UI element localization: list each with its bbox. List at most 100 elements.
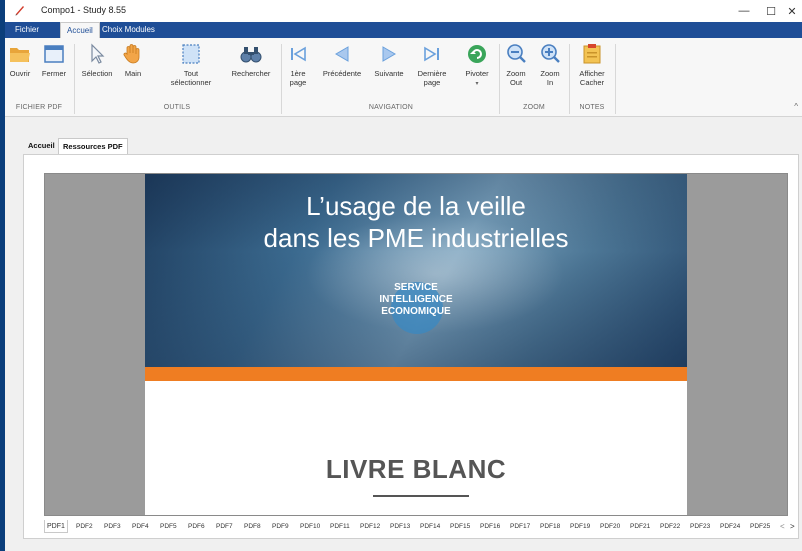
selection-button[interactable]: Sélection <box>77 42 117 78</box>
next-page-label: Suivante <box>374 69 404 78</box>
zoom-out-label-2: Out <box>509 78 523 87</box>
rotate-button[interactable]: Pivoter ▾ <box>460 42 494 89</box>
pdf-tab[interactable]: PDF12 <box>358 520 382 533</box>
rotate-icon <box>468 45 486 63</box>
group-label-fichier: FICHIER PDF <box>15 104 63 111</box>
pdf-tab[interactable]: PDF25 <box>748 520 772 533</box>
rotate-label: Pivoter <box>465 69 489 78</box>
group-divider <box>499 44 500 114</box>
previous-arrow-icon <box>335 46 349 62</box>
tab-fichier[interactable]: Fichier <box>9 22 45 38</box>
pdf-viewer[interactable]: L’usage de la veille dans les PME indust… <box>44 173 788 516</box>
notes-icon <box>583 44 601 64</box>
service-line-2: INTELLIGENCE <box>379 294 453 305</box>
first-page-button[interactable]: 1ère page <box>285 42 311 87</box>
minimize-button[interactable]: — <box>729 0 759 22</box>
pdf-tab[interactable]: PDF18 <box>538 520 562 533</box>
hide-notes-label: Cacher <box>579 78 605 87</box>
select-all-button[interactable]: Tout sélectionner <box>165 42 217 87</box>
rotate-dropdown-arrow[interactable]: ▾ <box>475 81 478 87</box>
search-label: Rechercher <box>231 69 271 78</box>
heading-underline <box>373 495 469 497</box>
pdf-tab-strip: PDF1 PDF2 PDF3 PDF4 PDF5 PDF6 PDF7 PDF8 PDF9 PDF1… <box>44 520 795 534</box>
pdf-tab[interactable]: PDF15 <box>448 520 472 533</box>
pdf-tab[interactable]: PDF9 <box>270 520 291 533</box>
pdf-tab[interactable]: PDF2 <box>74 520 95 533</box>
doc-tab-accueil[interactable]: Accueil <box>24 138 59 154</box>
next-page-button[interactable]: Suivante <box>369 42 409 78</box>
ribbon: Ouvrir Fermer FICHIER PDF Sélection Main <box>5 38 802 117</box>
pdf-tab[interactable]: PDF6 <box>186 520 207 533</box>
pdf-tab[interactable]: PDF22 <box>658 520 682 533</box>
last-page-label-2: page <box>423 78 441 87</box>
pdf-tab[interactable]: PDF14 <box>418 520 442 533</box>
search-button[interactable]: Rechercher <box>225 42 277 78</box>
previous-page-button[interactable]: Précédente <box>320 42 364 78</box>
close-file-button[interactable]: Fermer <box>38 42 70 78</box>
select-all-icon <box>182 44 200 64</box>
zoom-out-button[interactable]: Zoom Out <box>503 42 529 87</box>
pdf-tab[interactable]: PDF21 <box>628 520 652 533</box>
last-page-icon <box>424 46 439 62</box>
cover-image: L’usage de la veille dans les PME indust… <box>145 174 687 367</box>
tab-accueil[interactable]: Accueil <box>60 22 100 38</box>
tab-choix-modules[interactable]: Choix Modules <box>96 22 161 38</box>
orange-band <box>145 367 687 381</box>
pdf-tab[interactable]: PDF7 <box>214 520 235 533</box>
first-page-icon <box>291 46 306 62</box>
group-label-outils: OUTILS <box>163 104 191 111</box>
service-line-3: ECONOMIQUE <box>381 306 451 317</box>
zoom-in-label-1: Zoom <box>540 69 560 78</box>
pdf-tab[interactable]: PDF8 <box>242 520 263 533</box>
pdf-tab[interactable]: PDF1 <box>44 520 68 533</box>
doc-tab-ressources-pdf[interactable]: Ressources PDF <box>58 138 128 154</box>
collapse-ribbon-button[interactable]: ^ <box>794 102 798 111</box>
pdf-tab[interactable]: PDF19 <box>568 520 592 533</box>
app-logo-icon <box>15 6 24 16</box>
group-divider <box>74 44 75 114</box>
first-page-label-2: page <box>289 78 307 87</box>
zoom-in-label-2: In <box>546 78 554 87</box>
livre-blanc-heading: LIVRE BLANC <box>325 454 507 484</box>
cover-title-line-1: L’usage de la veille <box>306 191 526 221</box>
pdf-tab[interactable]: PDF24 <box>718 520 742 533</box>
close-button[interactable]: ✕ <box>777 0 802 22</box>
pdf-tab[interactable]: PDF4 <box>130 520 151 533</box>
window-title: Compo1 - Study 8.55 <box>41 5 127 15</box>
pdf-tabs-prev-button[interactable]: < <box>780 520 785 533</box>
group-divider <box>615 44 616 114</box>
pdf-tab[interactable]: PDF23 <box>688 520 712 533</box>
pdf-tab[interactable]: PDF16 <box>478 520 502 533</box>
cover-title-line-2: dans les PME industrielles <box>263 223 569 253</box>
selection-label: Sélection <box>81 69 113 78</box>
pdf-tabs-next-button[interactable]: > <box>790 520 795 533</box>
service-line-1: SERVICE <box>394 282 438 293</box>
last-page-button[interactable]: Dernière page <box>414 42 450 87</box>
title-bar: Compo1 - Study 8.55 — ☐ ✕ <box>5 0 802 22</box>
open-button[interactable]: Ouvrir <box>7 42 33 78</box>
pdf-tab[interactable]: PDF3 <box>102 520 123 533</box>
show-hide-notes-button[interactable]: Afficher Cacher <box>573 42 611 87</box>
pdf-tab[interactable]: PDF20 <box>598 520 622 533</box>
group-label-notes: NOTES <box>579 104 605 111</box>
zoom-out-icon <box>507 44 526 63</box>
hand-icon <box>123 44 140 64</box>
pdf-page: L’usage de la veille dans les PME indust… <box>145 174 687 515</box>
select-all-label-2: sélectionner <box>170 78 212 87</box>
folder-open-icon <box>10 48 30 62</box>
open-label: Ouvrir <box>9 69 31 78</box>
pdf-tab[interactable]: PDF5 <box>158 520 179 533</box>
hand-button[interactable]: Main <box>119 42 147 78</box>
group-divider <box>569 44 570 114</box>
close-file-label: Fermer <box>41 69 67 78</box>
pdf-tab[interactable]: PDF10 <box>298 520 322 533</box>
hand-label: Main <box>124 69 142 78</box>
pdf-tab[interactable]: PDF13 <box>388 520 412 533</box>
show-notes-label: Afficher <box>579 69 605 78</box>
cursor-arrow-icon <box>91 43 105 64</box>
pdf-tab[interactable]: PDF11 <box>328 520 352 533</box>
group-divider <box>281 44 282 114</box>
pdf-tab[interactable]: PDF17 <box>508 520 532 533</box>
first-page-label-1: 1ère <box>290 69 306 78</box>
zoom-in-button[interactable]: Zoom In <box>537 42 563 87</box>
